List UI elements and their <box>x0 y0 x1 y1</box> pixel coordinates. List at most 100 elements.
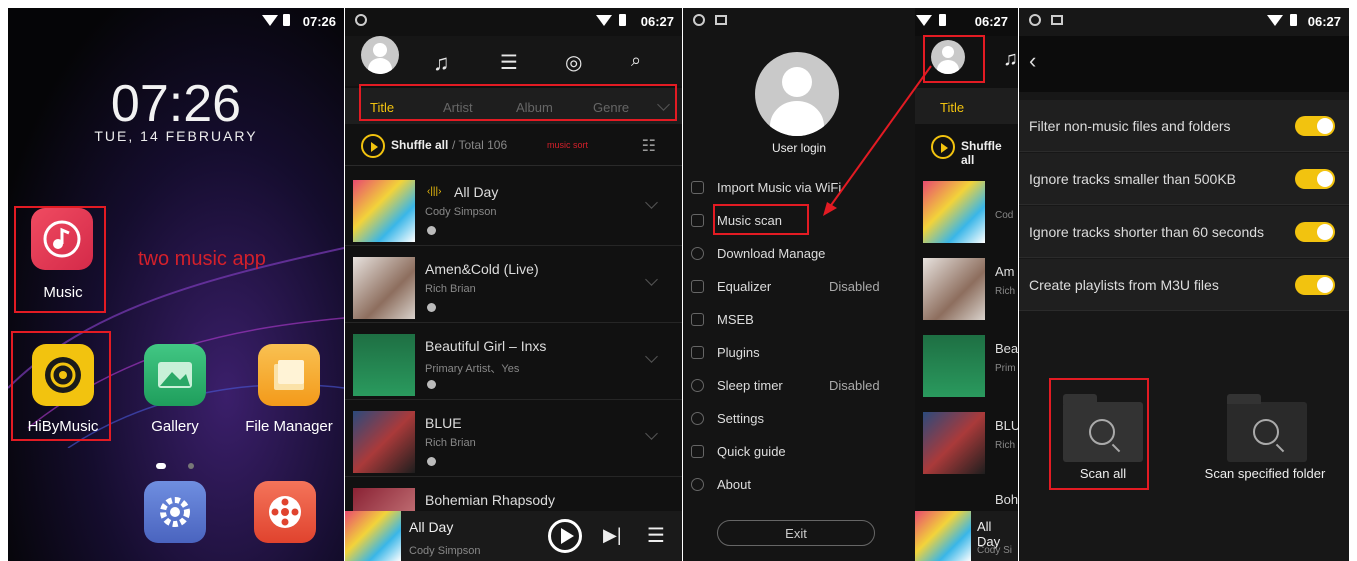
mini-player[interactable]: All Day Cody Si <box>915 511 1018 561</box>
back-arrow-icon[interactable]: ‹ <box>1029 48 1036 74</box>
sort-list-icon[interactable]: ☷ <box>642 136 656 156</box>
album-art <box>353 257 415 319</box>
hq-badge-icon <box>427 380 436 389</box>
highlight-scan-all <box>1049 378 1149 490</box>
track-row[interactable]: Beautiful Girl – Inxs Primary Artist、Yes <box>345 324 682 400</box>
status-time: 07:26 <box>302 14 336 29</box>
header-bar: ‹ <box>1019 36 1349 92</box>
exit-button[interactable]: Exit <box>717 520 875 546</box>
clock-icon <box>691 379 704 392</box>
music-note-tab-icon[interactable]: ♫ <box>433 50 450 76</box>
toggle-switch[interactable] <box>1295 222 1335 242</box>
menu-item-label: Plugins <box>717 345 760 360</box>
chevron-down-icon[interactable] <box>645 427 658 440</box>
menu-item-plugins[interactable]: Plugins <box>683 336 915 369</box>
setting-ignore-short: Ignore tracks shorter than 60 seconds <box>1019 206 1349 258</box>
track-title: Bohemian Rhapsody <box>425 492 555 508</box>
status-bar: 06:27 <box>1019 8 1349 36</box>
scan-folder-button[interactable]: Scan specified folder <box>1195 386 1335 486</box>
lock-date: TUE, 14 FEBRUARY <box>94 128 258 144</box>
info-icon <box>691 478 704 491</box>
menu-item-label: About <box>717 477 751 492</box>
menu-screen: 06:27 ♫ Title Shuffle all Cod Am Rich Be… <box>683 8 1018 561</box>
toggle-switch[interactable] <box>1295 275 1335 295</box>
menu-item-label: Sleep timer <box>717 378 783 393</box>
folder-icon <box>274 360 304 390</box>
avatar-button[interactable] <box>361 36 399 74</box>
annotation-music-sort: music sort <box>547 140 589 150</box>
battery-icon <box>619 14 626 26</box>
album-art <box>353 334 415 396</box>
track-title: Bea <box>995 341 1018 356</box>
now-playing-artist: Cody Simpson <box>409 545 481 557</box>
gallery-app-icon[interactable] <box>144 344 206 406</box>
play-button[interactable] <box>548 519 582 553</box>
battery-icon <box>283 14 290 26</box>
menu-item-settings[interactable]: Settings <box>683 402 915 435</box>
playlist-menu-icon[interactable]: ☰ <box>647 523 665 548</box>
shuffle-bar: Shuffle all / Total 106 music sort ☷ <box>345 126 682 166</box>
file-manager-app-label: File Manager <box>245 418 333 435</box>
chevron-down-icon[interactable] <box>645 196 658 209</box>
hiby-status-icon <box>1029 14 1041 26</box>
wifi-icon <box>596 15 612 26</box>
menu-item-sleep-timer[interactable]: Sleep timer Disabled <box>683 369 915 402</box>
menu-item-label: Quick guide <box>717 444 786 459</box>
annotation-two-music-app: two music app <box>138 248 266 270</box>
page-indicator-active <box>156 463 166 469</box>
wifi-icon <box>1267 15 1283 26</box>
track-artist: Prim <box>995 363 1016 374</box>
search-icon[interactable]: ⌕ <box>631 50 641 71</box>
track-title: BLU <box>995 418 1018 433</box>
lock-clock: 07:26 <box>110 75 242 133</box>
menu-item-quick-guide[interactable]: Quick guide <box>683 435 915 468</box>
hq-badge-icon <box>427 303 436 312</box>
track-artist: Rich <box>995 440 1016 451</box>
playlist-tab-icon[interactable]: ☰ <box>500 50 518 75</box>
track-row[interactable]: BLUE Rich Brian <box>345 401 682 477</box>
track-artist: Primary Artist、Yes <box>425 363 520 375</box>
now-playing-title: All Day <box>409 519 454 535</box>
battery-icon <box>1290 14 1297 26</box>
track-artist: Cody Simpson <box>425 206 497 218</box>
page-indicator <box>188 463 194 469</box>
hq-badge-icon <box>427 226 436 235</box>
film-reel-icon <box>269 496 301 528</box>
chevron-down-icon[interactable] <box>645 273 658 286</box>
now-playing-artist: Cody Si <box>977 545 1013 556</box>
status-time: 06:27 <box>640 14 674 29</box>
track-title: All Day <box>454 184 499 200</box>
status-bar: 07:26 <box>8 8 344 36</box>
settings-app-icon[interactable] <box>144 481 206 543</box>
track-row[interactable]: ‹|||› All Day Cody Simpson <box>345 170 682 246</box>
file-manager-app-icon[interactable] <box>258 344 320 406</box>
gear-icon <box>160 497 190 527</box>
gallery-icon <box>158 362 192 388</box>
track-title: Beautiful Girl – Inxs <box>425 338 547 354</box>
highlight-tabs <box>359 84 677 121</box>
menu-item-value: Disabled <box>829 378 880 393</box>
menu-item-label: MSEB <box>717 312 754 327</box>
video-app-icon[interactable] <box>254 481 316 543</box>
album-art <box>923 335 985 397</box>
track-row[interactable]: Amen&Cold (Live) Rich Brian <box>345 247 682 323</box>
shuffle-all-label[interactable]: Shuffle all <box>391 138 448 152</box>
highlight-music <box>14 206 106 313</box>
status-time: 06:27 <box>1307 14 1341 29</box>
album-art <box>353 180 415 242</box>
next-track-icon[interactable]: ▶| <box>603 525 622 546</box>
track-title: Amen&Cold (Live) <box>425 261 539 277</box>
chevron-down-icon[interactable] <box>645 350 658 363</box>
mini-player[interactable]: All Day Cody Simpson ▶| ☰ <box>345 511 682 561</box>
home-screen: 07:26 07:26 TUE, 14 FEBRUARY Music HiByM… <box>8 8 344 561</box>
track-title: Boh <box>995 492 1018 507</box>
toggle-switch[interactable] <box>1295 116 1335 136</box>
menu-item-about[interactable]: About <box>683 468 915 501</box>
setting-label: Ignore tracks shorter than 60 seconds <box>1029 224 1265 240</box>
toggle-switch[interactable] <box>1295 169 1335 189</box>
radio-tab-icon[interactable]: ◎ <box>565 50 582 75</box>
setting-label: Ignore tracks smaller than 500KB <box>1029 171 1236 187</box>
shuffle-play-icon[interactable] <box>361 134 385 158</box>
scan-folder-label: Scan specified folder <box>1204 466 1326 481</box>
wifi-icon <box>262 15 278 26</box>
